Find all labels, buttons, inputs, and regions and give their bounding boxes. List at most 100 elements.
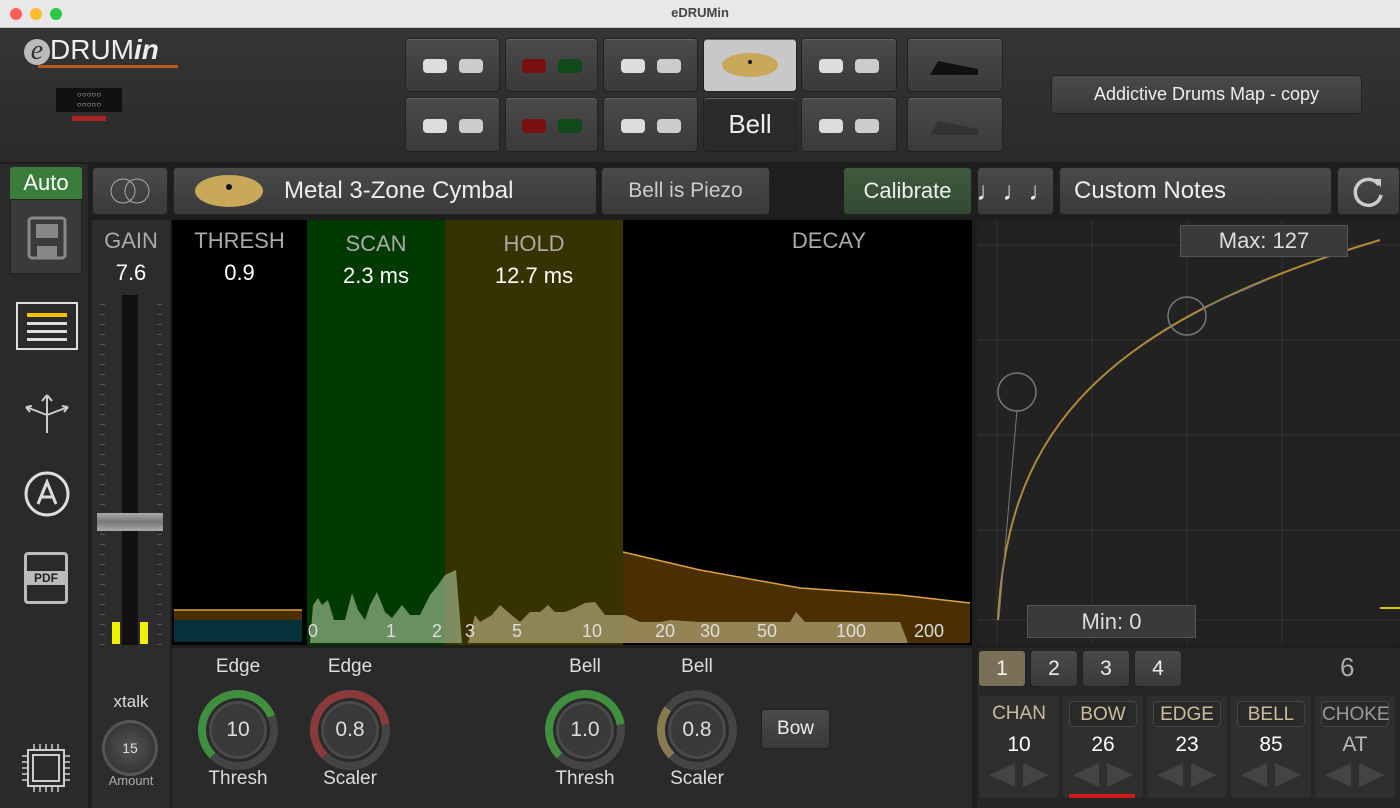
pad-snare-rim[interactable]	[603, 38, 698, 92]
decrement-arrow-icon[interactable]	[1071, 761, 1101, 789]
knob-bottom-label: Thresh	[208, 768, 268, 789]
gain-slider-thumb[interactable]	[97, 513, 163, 531]
note-cell-value[interactable]: 26	[1063, 733, 1143, 757]
notes-button[interactable]: ♩♩♩	[976, 167, 1055, 215]
pad-hihat-pedal[interactable]	[907, 38, 1003, 92]
zone-tab-label: 2	[1048, 656, 1060, 680]
hold-label: HOLD	[503, 231, 565, 256]
pad-type-selector[interactable]: Metal 3-Zone Cymbal	[173, 167, 597, 215]
zone-tab-label: 4	[1152, 656, 1164, 680]
cymbal-icon	[722, 53, 778, 77]
knob-bottom-label: Thresh	[555, 768, 615, 789]
note-cell-bell: BELL 85	[1231, 696, 1311, 798]
knob-top-label: Bell	[569, 656, 601, 677]
window-title: eDRUMin	[671, 5, 729, 20]
drum-icon	[620, 118, 681, 133]
note-cell-header[interactable]: BOW	[1069, 701, 1137, 727]
level-meter-right	[140, 622, 148, 644]
time-tick-label: 100	[836, 621, 866, 641]
pad-bell[interactable]: Bell	[703, 97, 797, 152]
decrement-arrow-icon[interactable]	[1323, 761, 1353, 789]
custom-notes-selector[interactable]: Custom Notes	[1059, 167, 1332, 215]
minimize-button[interactable]	[30, 8, 42, 20]
increment-arrow-icon[interactable]	[1189, 761, 1219, 789]
decrement-arrow-icon[interactable]	[1239, 761, 1269, 789]
drum-icon	[422, 59, 483, 73]
increment-arrow-icon[interactable]	[1273, 761, 1303, 789]
max-value[interactable]: Max: 127	[1180, 225, 1348, 257]
link-circles-icon	[110, 178, 150, 204]
link-zones-button[interactable]	[92, 167, 168, 215]
routing-icon[interactable]	[20, 385, 74, 435]
bow-label: Bow	[777, 718, 814, 739]
a-circle-icon[interactable]	[23, 470, 71, 518]
refresh-icon	[1353, 177, 1383, 208]
pad-snare[interactable]	[405, 97, 500, 152]
bell-is-piezo-button[interactable]: Bell is Piezo	[601, 167, 770, 215]
pdf-button[interactable]: PDF	[24, 552, 68, 604]
time-tick-label: 2	[432, 621, 442, 641]
drum-icon	[819, 118, 879, 133]
calibrate-button[interactable]: Calibrate	[843, 167, 972, 215]
gain-slider-track[interactable]	[122, 295, 138, 645]
bell-is-piezo-label: Bell is Piezo	[628, 179, 743, 202]
music-notes-icon: ♩♩♩	[976, 175, 1055, 206]
knob-bottom-label: Scaler	[323, 768, 377, 789]
thresh-label: THRESH	[194, 228, 285, 253]
preset-label: Addictive Drums Map - copy	[1093, 84, 1320, 104]
note-cell-value[interactable]: AT	[1315, 733, 1395, 757]
knob-value: 0.8	[335, 718, 365, 741]
note-cell-choke: CHOKE AT	[1315, 696, 1395, 798]
pad-type-label: Metal 3-Zone Cymbal	[284, 177, 514, 204]
pad-toms[interactable]	[505, 38, 598, 92]
pad-floor-toms[interactable]	[505, 97, 598, 152]
list-view-button[interactable]	[16, 302, 78, 350]
bow-button[interactable]: Bow	[761, 709, 830, 749]
hold-value: 12.7 ms	[494, 263, 574, 288]
auto-label: Auto	[23, 170, 69, 195]
chip-icon[interactable]	[20, 742, 72, 794]
auto-button[interactable]: Auto	[10, 167, 82, 199]
refresh-button[interactable]	[1337, 167, 1400, 215]
zone-tab-2[interactable]: 2	[1030, 650, 1078, 687]
decrement-arrow-icon[interactable]	[987, 761, 1017, 789]
knob-top-label: Edge	[327, 656, 373, 677]
zone-tab-4[interactable]: 4	[1134, 650, 1182, 687]
list-icon	[27, 313, 67, 341]
note-cell-value[interactable]: 85	[1231, 733, 1311, 757]
decrement-arrow-icon[interactable]	[1155, 761, 1185, 789]
pad-kick-snare[interactable]	[405, 38, 500, 92]
curve-handle-low[interactable]	[997, 372, 1037, 412]
note-cell-header[interactable]: BELL	[1237, 701, 1305, 727]
note-cell-header[interactable]: CHOKE	[1321, 701, 1390, 727]
pedal-icon	[930, 120, 978, 135]
save-button[interactable]	[10, 199, 82, 274]
pad-cymbals[interactable]	[603, 97, 698, 152]
preset-button[interactable]: Addictive Drums Map - copy	[1051, 75, 1362, 114]
note-cell-header[interactable]: EDGE	[1153, 701, 1221, 727]
pad-hihat-snare[interactable]	[801, 38, 897, 92]
xtalk-knob[interactable]: 15	[102, 720, 158, 776]
knob-top-label: Bell	[681, 656, 713, 677]
velocity-curve[interactable]	[977, 220, 1400, 645]
input-jacks-icon: ○○○○○ ○○○○○	[56, 88, 122, 112]
pad-ride-cymbal[interactable]	[703, 38, 797, 92]
increment-arrow-icon[interactable]	[1105, 761, 1135, 789]
zone-tab-3[interactable]: 3	[1082, 650, 1130, 687]
scan-value: 2.3 ms	[342, 263, 410, 288]
custom-notes-label: Custom Notes	[1074, 177, 1227, 204]
min-value[interactable]: Min: 0	[1027, 605, 1196, 638]
increment-arrow-icon[interactable]	[1021, 761, 1051, 789]
zoom-button[interactable]	[50, 8, 62, 20]
note-cell-value[interactable]: 10	[979, 733, 1059, 757]
pad-pedal-alt[interactable]	[907, 97, 1003, 152]
knob-top-label: Edge	[215, 656, 261, 677]
note-cell-value[interactable]: 23	[1147, 733, 1227, 757]
time-tick-label: 0	[308, 621, 318, 641]
zone-tab-1[interactable]: 1	[978, 650, 1026, 687]
pad-rim[interactable]	[801, 97, 897, 152]
note-cell-edge: EDGE 23	[1147, 696, 1227, 798]
close-button[interactable]	[10, 8, 22, 20]
time-tick-label: 200	[914, 621, 944, 641]
increment-arrow-icon[interactable]	[1357, 761, 1387, 789]
